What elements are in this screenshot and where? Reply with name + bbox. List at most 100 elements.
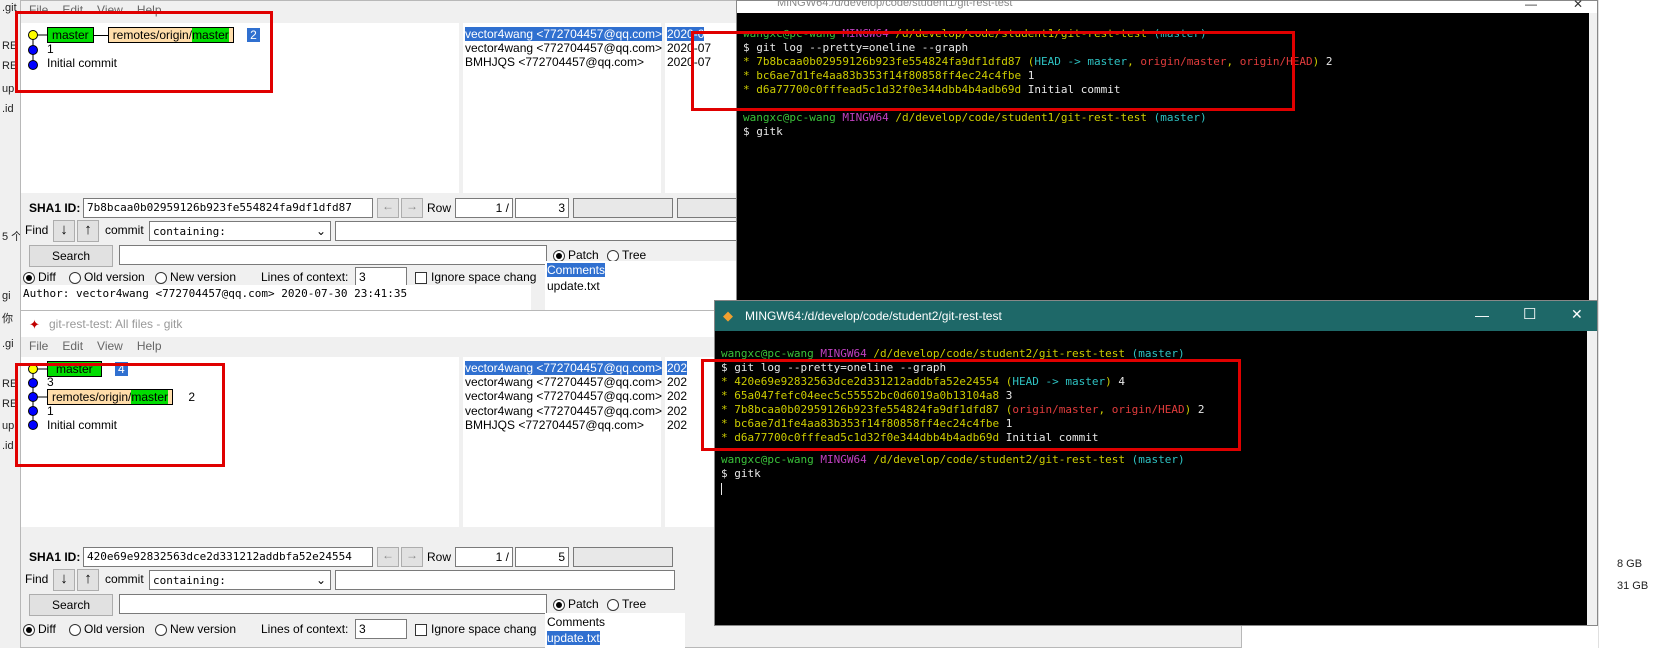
down-arrow-icon[interactable]: ↓: [53, 569, 75, 591]
sha1-label: SHA1 ID:: [29, 550, 81, 564]
annotation-box: [701, 359, 1241, 451]
down-arrow-icon[interactable]: ↓: [53, 220, 75, 242]
row-current-field: 1 /: [455, 198, 513, 218]
maximize-icon[interactable]: ☐: [1523, 305, 1536, 323]
author-row[interactable]: BMHJQS <772704457@qq.com>: [465, 418, 644, 432]
forward-arrow-icon[interactable]: →: [401, 198, 423, 218]
find-text-input[interactable]: [335, 570, 675, 590]
diff-radio[interactable]: Diff: [23, 622, 56, 636]
file-list-pane: Comments update.txt: [545, 613, 685, 649]
date-row[interactable]: 202: [667, 418, 687, 432]
date-row[interactable]: 202: [667, 404, 687, 418]
search-input[interactable]: [119, 594, 547, 614]
terminal-window-top: MINGW64:/d/develop/code/student1/git-res…: [691, 0, 1598, 328]
date-row-selected[interactable]: 202: [667, 361, 688, 375]
find-text-input[interactable]: [335, 221, 741, 241]
tree-radio[interactable]: Tree: [607, 597, 646, 611]
sha1-field[interactable]: 420e69e92832563dce2d331212addbfa52e24554: [83, 547, 373, 567]
bg-fragment: .id: [2, 103, 14, 115]
row-total-field: 3: [515, 198, 569, 218]
window-title: MINGW64:/d/develop/code/student1/git-res…: [777, 0, 1013, 9]
annotation-box: [691, 31, 1295, 111]
search-button[interactable]: Search: [29, 594, 113, 616]
chevron-down-icon: ⌄: [315, 573, 326, 587]
back-arrow-icon[interactable]: ←: [377, 547, 399, 567]
bg-fragment: 8 GB: [1617, 558, 1643, 570]
find-label: Find: [25, 572, 49, 586]
forward-arrow-icon[interactable]: →: [401, 547, 423, 567]
progress-field: [573, 547, 673, 567]
file-item[interactable]: update.txt: [547, 631, 600, 645]
context-spinner[interactable]: 3: [355, 267, 407, 287]
comments-item[interactable]: Comments: [547, 263, 606, 277]
author-row[interactable]: BMHJQS <772704457@qq.com>: [465, 55, 644, 69]
scrollbar[interactable]: [1589, 13, 1597, 327]
commit-label: commit: [105, 572, 144, 586]
author-detail-line: Author: vector4wang <772704457@qq.com> 2…: [23, 287, 408, 300]
bg-fragment: up: [2, 83, 15, 95]
window-title: git-rest-test: All files - gitk: [49, 317, 183, 331]
text-cursor: [721, 483, 722, 495]
minimize-icon[interactable]: —: [1475, 307, 1489, 323]
menu-bar: File Edit View Help: [29, 339, 176, 353]
annotation-box: [15, 11, 273, 93]
date-row[interactable]: 202: [667, 389, 687, 403]
context-label: Lines of context:: [261, 270, 349, 284]
find-type-select[interactable]: containing: ⌄: [149, 221, 331, 241]
terminal-window-bottom: ◆ MINGW64:/d/develop/code/student2/git-r…: [701, 300, 1598, 626]
new-version-radio[interactable]: New version: [155, 622, 236, 636]
author-row[interactable]: vector4wang <772704457@qq.com>: [465, 389, 662, 403]
author-row[interactable]: vector4wang <772704457@qq.com>: [465, 375, 662, 389]
diff-radio[interactable]: Diff: [23, 270, 56, 284]
author-row-selected[interactable]: vector4wang <772704457@qq.com>: [465, 361, 662, 375]
chevron-down-icon: ⌄: [315, 224, 326, 238]
window-titlebar: MINGW64:/d/develop/code/student1/git-res…: [737, 0, 1597, 13]
command-line: $ gitk: [721, 467, 761, 480]
patch-radio[interactable]: Patch: [553, 597, 599, 611]
menu-file[interactable]: File: [29, 339, 48, 353]
scrollbar[interactable]: [1587, 331, 1597, 625]
back-arrow-icon[interactable]: ←: [377, 198, 399, 218]
author-pane: vector4wang <772704457@qq.com> vector4wa…: [463, 23, 662, 193]
close-icon[interactable]: ✕: [1573, 0, 1583, 11]
menu-help[interactable]: Help: [137, 339, 162, 353]
file-item[interactable]: update.txt: [547, 279, 600, 293]
comments-item[interactable]: Comments: [547, 615, 605, 629]
old-version-radio[interactable]: Old version: [69, 622, 145, 636]
ignore-space-checkbox[interactable]: Ignore space chang: [415, 622, 536, 636]
window-title: MINGW64:/d/develop/code/student2/git-res…: [745, 309, 1002, 323]
search-input[interactable]: [119, 245, 547, 265]
find-label: Find: [25, 223, 49, 237]
up-arrow-icon[interactable]: ↑: [77, 220, 99, 242]
ignore-space-checkbox[interactable]: Ignore space chang: [415, 270, 536, 284]
context-spinner[interactable]: 3: [355, 619, 407, 639]
author-row[interactable]: vector4wang <772704457@qq.com>: [465, 404, 662, 418]
bg-fragment: .id: [2, 440, 14, 452]
row-label: Row: [427, 550, 452, 564]
author-row-selected[interactable]: vector4wang <772704457@qq.com>: [465, 27, 662, 41]
author-pane: vector4wang <772704457@qq.com> vector4wa…: [463, 357, 662, 527]
date-row[interactable]: 202: [667, 375, 687, 389]
menu-view[interactable]: View: [97, 339, 123, 353]
menu-edit[interactable]: Edit: [62, 339, 83, 353]
bg-fragment: .gi: [2, 338, 14, 350]
bg-fragment: 你: [2, 313, 13, 325]
window-titlebar: ◆ MINGW64:/d/develop/code/student2/git-r…: [715, 301, 1597, 331]
gitk-app-icon: ✦: [29, 317, 40, 332]
background-right-panel: 8 GB 31 GB: [1598, 0, 1658, 648]
up-arrow-icon[interactable]: ↑: [77, 569, 99, 591]
find-type-select[interactable]: containing: ⌄: [149, 570, 331, 590]
author-row[interactable]: vector4wang <772704457@qq.com>: [465, 41, 662, 55]
git-bash-icon: ◆: [723, 308, 733, 323]
command-line: $ gitk: [743, 125, 783, 138]
sha1-field[interactable]: 7b8bcaa0b02959126b923fe554824fa9df1dfd87: [83, 198, 373, 218]
minimize-icon[interactable]: —: [1525, 0, 1537, 11]
progress-field: [677, 198, 741, 218]
new-version-radio[interactable]: New version: [155, 270, 236, 284]
patch-radio[interactable]: Patch: [553, 248, 599, 262]
search-button[interactable]: Search: [29, 245, 113, 267]
close-icon[interactable]: ✕: [1571, 306, 1583, 323]
commit-label: commit: [105, 223, 144, 237]
tree-radio[interactable]: Tree: [607, 248, 646, 262]
old-version-radio[interactable]: Old version: [69, 270, 145, 284]
